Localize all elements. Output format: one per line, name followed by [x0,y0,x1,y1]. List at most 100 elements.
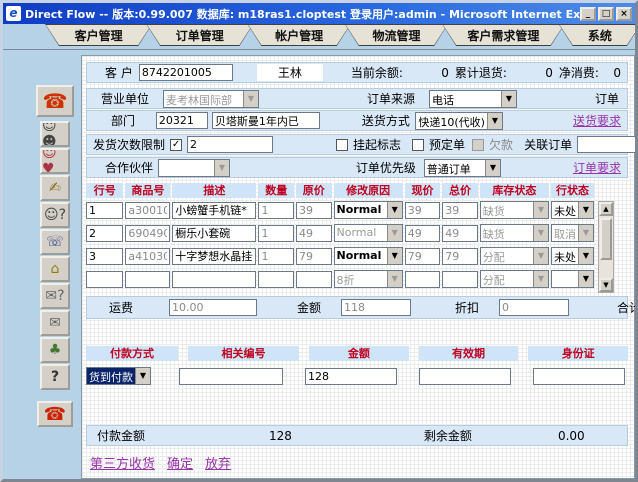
minimize-button[interactable]: _ [580,7,596,21]
maximize-button[interactable]: □ [598,7,614,21]
pay-ref-field[interactable] [179,368,283,385]
price-field[interactable] [296,202,332,219]
sku-field[interactable] [125,202,170,219]
amount-field[interactable] [341,299,411,316]
current-field[interactable] [405,248,441,265]
price-field[interactable] [296,248,332,265]
chevron-down-icon[interactable]: ▼ [501,91,516,107]
order-requirements-link[interactable]: 订单要求 [573,159,621,176]
cancel-link[interactable]: 放弃 [205,453,231,472]
mail-money-icon[interactable]: ✉ [40,310,70,336]
chevron-down-icon[interactable]: ▼ [387,225,402,241]
stock-select[interactable]: 缺货▼ [480,224,549,242]
pay-amount-field[interactable] [305,368,397,385]
chevron-down-icon[interactable]: ▼ [387,271,402,287]
tab-logistics-mgmt[interactable]: 物流管理 [345,24,448,46]
help-icon[interactable]: ? [40,364,70,390]
preorder-checkbox[interactable] [412,139,424,151]
desc-field[interactable] [172,248,256,265]
desc-field[interactable] [172,225,256,242]
delivery-select[interactable]: 快递10(代收)▼ [415,112,503,130]
home-delivery-icon[interactable]: ⌂ [40,256,70,282]
freight-field[interactable] [169,299,257,316]
chevron-down-icon[interactable]: ▼ [578,225,593,241]
status-select[interactable]: 未处▼ [551,201,594,219]
scroll-up-icon[interactable]: ▲ [599,202,613,216]
pay-id-field[interactable] [533,368,625,385]
line-field[interactable] [86,225,123,242]
confirm-link[interactable]: 确定 [167,453,193,472]
customer-favorite-icon[interactable]: ☺♥ [40,148,70,174]
qty-field[interactable] [258,202,294,219]
reason-select[interactable]: Normal▼ [334,224,403,242]
chevron-down-icon[interactable]: ▼ [485,160,500,176]
customers-icon[interactable]: ☺☻ [40,121,70,147]
scroll-down-icon[interactable]: ▼ [599,278,613,292]
status-select[interactable]: 未处▼ [551,247,594,265]
tab-order-mgmt[interactable]: 订单管理 [146,24,253,46]
priority-select[interactable]: 普通订单▼ [424,159,501,177]
close-button[interactable]: × [616,7,632,21]
debt-checkbox[interactable] [472,139,484,151]
reason-select[interactable]: Normal▼ [334,201,403,219]
customer-call-icon[interactable]: ☏ [40,229,70,255]
chevron-down-icon[interactable]: ▼ [487,113,502,129]
sku-field[interactable] [125,248,170,265]
partner-select[interactable]: ▼ [158,159,230,177]
stock-select[interactable]: 分配▼ [480,247,549,265]
pay-method-select[interactable]: 货到付款▼ [86,367,151,385]
chevron-down-icon[interactable]: ▼ [387,202,402,218]
business-unit-select[interactable]: 麦考林国际部▼ [163,90,259,108]
qty-field[interactable] [258,225,294,242]
desc-field[interactable] [172,202,256,219]
scrollbar-thumb[interactable] [600,218,612,260]
delivery-requirements-link[interactable]: 送货要求 [573,112,621,129]
tab-customer-mgmt[interactable]: 客户管理 [45,24,152,46]
customer-inquiry-icon[interactable]: ☺? [40,202,70,228]
related-order-field[interactable] [577,136,638,153]
mail-inquiry-icon[interactable]: ✉? [40,283,70,309]
total-field[interactable] [442,248,478,265]
sku-field[interactable] [125,225,170,242]
chevron-down-icon[interactable]: ▼ [533,248,548,264]
reason-select[interactable]: 8折▼ [334,270,403,288]
table-scrollbar[interactable]: ▲ ▼ [598,201,614,293]
chevron-down-icon[interactable]: ▼ [533,202,548,218]
total-field[interactable] [442,202,478,219]
price-field[interactable] [296,271,332,288]
chevron-down-icon[interactable]: ▼ [214,160,229,176]
phone-order-icon[interactable]: ☎ [36,85,74,117]
hold-checkbox[interactable] [336,139,348,151]
stock-select[interactable]: 分配▼ [480,270,549,288]
customer-id-field[interactable] [139,64,233,81]
tab-account-mgmt[interactable]: 帐户管理 [247,24,350,46]
chevron-down-icon[interactable]: ▼ [533,225,548,241]
stock-select[interactable]: 缺货▼ [480,201,549,219]
dept-name-field[interactable] [212,112,320,129]
current-field[interactable] [405,202,441,219]
order-source-select[interactable]: 电话▼ [429,90,517,108]
current-field[interactable] [405,225,441,242]
chevron-down-icon[interactable]: ▼ [135,368,150,384]
desc-field[interactable] [172,271,256,288]
hand-service-icon[interactable]: ✍ [40,175,70,201]
chevron-down-icon[interactable]: ▼ [578,202,593,218]
price-field[interactable] [296,225,332,242]
reason-select[interactable]: Normal▼ [334,247,403,265]
chevron-down-icon[interactable]: ▼ [387,248,402,264]
tab-system[interactable]: 系统 [559,24,638,46]
dept-code-field[interactable] [156,112,208,129]
tab-customer-demand-mgmt[interactable]: 客户需求管理 [442,24,565,46]
chevron-down-icon[interactable]: ▼ [578,271,593,287]
sku-field[interactable] [125,271,170,288]
line-field[interactable] [86,202,123,219]
status-select[interactable]: 取消▼ [551,224,594,242]
total-field[interactable] [442,225,478,242]
qty-field[interactable] [258,248,294,265]
chevron-down-icon[interactable]: ▼ [533,271,548,287]
chevron-down-icon[interactable]: ▼ [578,248,593,264]
current-field[interactable] [405,271,441,288]
plant-icon[interactable]: ♣ [40,337,70,363]
status-select[interactable]: ▼ [551,270,594,288]
total-field[interactable] [442,271,478,288]
